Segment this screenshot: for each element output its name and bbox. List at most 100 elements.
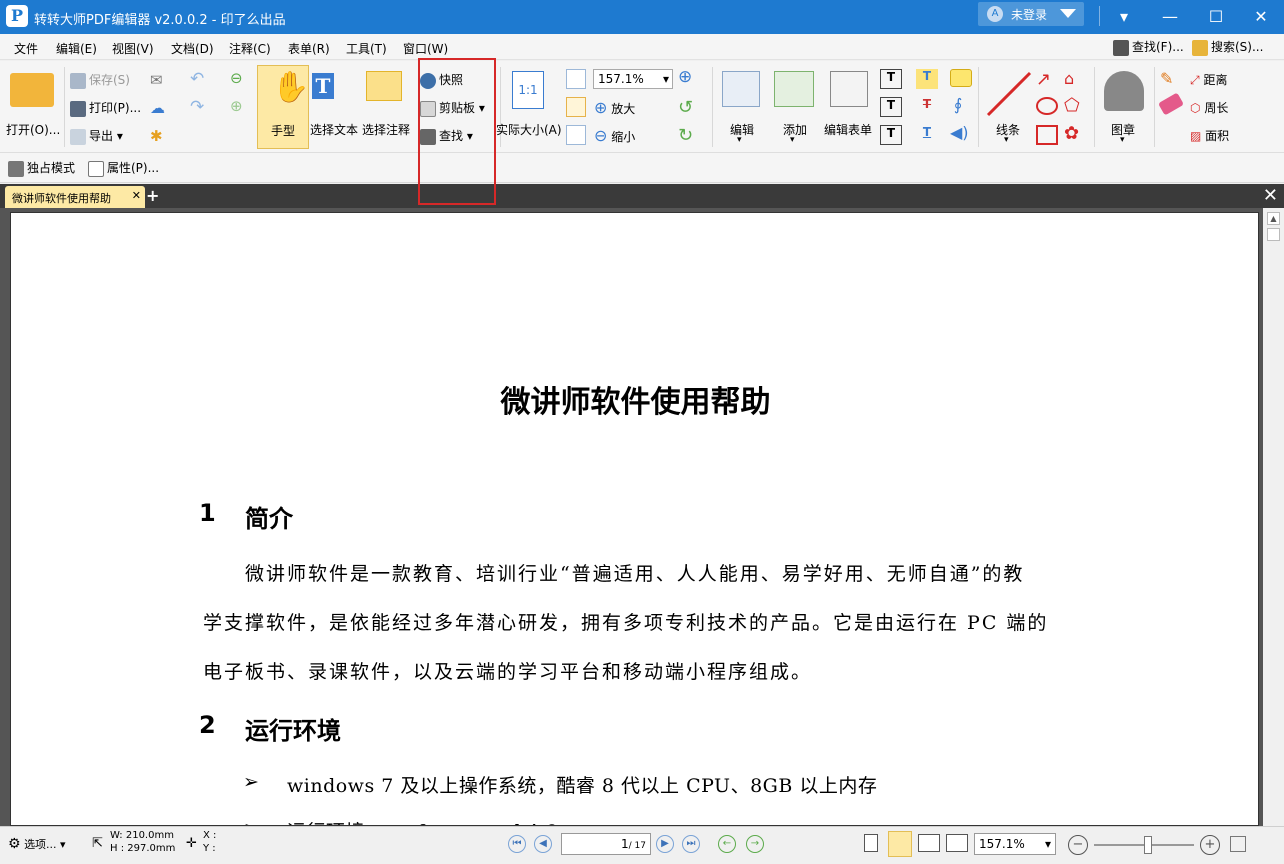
cloud-shape-button[interactable]: ✿ bbox=[1064, 123, 1079, 144]
tab-close-icon[interactable]: ✕ bbox=[132, 189, 141, 202]
zoom-out-button[interactable]: ⊖ 缩小 bbox=[594, 126, 635, 145]
perimeter-button[interactable]: ⬡ 周长 bbox=[1190, 99, 1228, 116]
line-button[interactable]: 线条 ▾ bbox=[982, 65, 1036, 149]
rectangle-button[interactable] bbox=[1036, 125, 1058, 145]
bullet-item: 运行环境 .net framework4.8 bbox=[287, 817, 558, 825]
close-all-tabs-button[interactable]: ✕ bbox=[1263, 185, 1278, 206]
select-annotation-button[interactable]: 选择注释 bbox=[362, 65, 414, 149]
add-button[interactable]: 添加 ▾ bbox=[770, 65, 820, 149]
pdf-page[interactable]: 微讲师软件使用帮助 1 简介 微讲师软件是一款教育、培训行业“普遍适用、人人能用… bbox=[10, 212, 1259, 826]
attach-button[interactable]: ∮ bbox=[954, 95, 962, 114]
fit-visible-button[interactable] bbox=[566, 125, 586, 145]
document-viewer[interactable]: 微讲师软件使用帮助 1 简介 微讲师软件是一款教育、培训行业“普遍适用、人人能用… bbox=[0, 208, 1284, 826]
zoom-in-button[interactable]: ⊕ 放大 bbox=[594, 98, 635, 117]
menu-comment[interactable]: 注释(C) bbox=[229, 40, 271, 57]
status-zoom-out-button[interactable]: − bbox=[1068, 835, 1088, 855]
redo-button[interactable]: ↷ bbox=[190, 97, 204, 117]
stamp-button[interactable]: 图章 ▾ bbox=[1098, 65, 1150, 149]
y-coordinate: Y : bbox=[203, 843, 216, 854]
close-window-button[interactable]: ✕ bbox=[1238, 0, 1284, 34]
highlight-frame bbox=[418, 58, 496, 205]
forward-button[interactable]: ⊕ bbox=[230, 97, 243, 115]
actual-size-button[interactable]: 1:1 实际大小(A) bbox=[496, 65, 562, 149]
text-field-button[interactable]: T bbox=[880, 69, 902, 89]
export-button[interactable]: 导出 ▾ bbox=[70, 127, 123, 145]
menu-tools[interactable]: 工具(T) bbox=[346, 40, 387, 57]
zoom-select[interactable]: 157.1% ▾ bbox=[974, 833, 1056, 855]
previous-page-button[interactable]: ◀ bbox=[534, 835, 552, 853]
rotate-left-button[interactable]: ↺ bbox=[678, 97, 693, 118]
ellipse-button[interactable] bbox=[1036, 97, 1058, 115]
go-forward-button[interactable]: → bbox=[746, 835, 764, 853]
properties-button[interactable]: 属性(P)... bbox=[88, 159, 159, 177]
underline-button[interactable]: T bbox=[916, 125, 938, 145]
edit-form-button[interactable]: 编辑表单 bbox=[824, 65, 876, 149]
last-page-button[interactable]: ⏭ bbox=[682, 835, 700, 853]
login-button[interactable]: A 未登录 bbox=[978, 2, 1084, 26]
distance-button[interactable]: ⤢ 距离 bbox=[1190, 71, 1227, 88]
fit-window-button[interactable] bbox=[1230, 836, 1246, 852]
search-label: 搜索(S)... bbox=[1211, 40, 1264, 54]
cloud-button[interactable]: ☁ bbox=[150, 99, 165, 117]
eraser-button[interactable] bbox=[1157, 92, 1185, 116]
menu-file[interactable]: 文件 bbox=[14, 40, 38, 57]
menu-toggle-button[interactable]: ▾ bbox=[1101, 0, 1147, 34]
edit-button[interactable]: 编辑 ▾ bbox=[718, 65, 766, 149]
menu-edit[interactable]: 编辑(E) bbox=[56, 40, 97, 57]
sound-button[interactable]: ◀) bbox=[950, 123, 969, 142]
add-tab-button[interactable]: + bbox=[146, 186, 159, 205]
fit-width-button[interactable] bbox=[566, 97, 586, 117]
select-text-button[interactable]: T 选择文本 bbox=[310, 65, 362, 149]
magnifier-button[interactable]: ⊕ bbox=[678, 67, 692, 87]
maximize-button[interactable]: ☐ bbox=[1193, 0, 1239, 34]
undo-button[interactable]: ↶ bbox=[190, 69, 204, 89]
go-back-button[interactable]: ← bbox=[718, 835, 736, 853]
highlight-button[interactable]: T bbox=[916, 69, 938, 89]
scroll-thumb[interactable] bbox=[1267, 228, 1280, 241]
callout-button[interactable]: T bbox=[880, 125, 902, 145]
continuous-facing-button[interactable] bbox=[946, 834, 968, 852]
exclusive-mode-label: 独占模式 bbox=[27, 161, 76, 175]
menu-window[interactable]: 窗口(W) bbox=[403, 40, 448, 57]
menu-form[interactable]: 表单(R) bbox=[288, 40, 330, 57]
pencil-button[interactable]: ✎ bbox=[1160, 69, 1173, 88]
next-page-button[interactable]: ▶ bbox=[656, 835, 674, 853]
save-icon bbox=[70, 72, 86, 89]
back-button[interactable]: ⊖ bbox=[230, 69, 243, 87]
note-button[interactable] bbox=[950, 69, 972, 87]
text-box-button[interactable]: T bbox=[880, 97, 902, 117]
hand-tool-button[interactable]: ✋ 手型 bbox=[257, 65, 309, 149]
polyline-button[interactable]: ⌂ bbox=[1064, 69, 1074, 88]
zoom-slider-thumb[interactable] bbox=[1144, 836, 1152, 854]
zoom-combo[interactable]: 157.1% ▾ bbox=[593, 69, 673, 89]
options-button[interactable]: ⚙ 选项... ▾ bbox=[8, 836, 66, 852]
menu-document[interactable]: 文档(D) bbox=[171, 40, 214, 57]
find-button[interactable]: 查找(F)... bbox=[1113, 38, 1184, 56]
email-button[interactable]: ✉ bbox=[150, 71, 163, 89]
facing-page-button[interactable] bbox=[918, 834, 940, 852]
open-button[interactable]: 打开(O)... bbox=[4, 65, 60, 145]
first-page-button[interactable]: ⏮ bbox=[508, 835, 526, 853]
area-button[interactable]: ▨ 面积 bbox=[1190, 127, 1229, 144]
previous-page-icon: ◀ bbox=[539, 838, 547, 849]
continuous-page-button[interactable] bbox=[888, 831, 912, 857]
fit-page-button[interactable] bbox=[566, 69, 586, 89]
strikeout-button[interactable]: T bbox=[916, 97, 938, 117]
exclusive-mode-button[interactable]: 独占模式 bbox=[8, 159, 75, 177]
page-number-input[interactable]: 1/ 17 bbox=[561, 833, 651, 855]
tab-document[interactable]: 微讲师软件使用帮助 ✕ bbox=[5, 186, 145, 208]
new-doc-button[interactable]: ✱ bbox=[150, 127, 163, 145]
toolbar-divider bbox=[978, 67, 979, 147]
minimize-button[interactable]: — bbox=[1147, 0, 1193, 34]
save-button[interactable]: 保存(S) bbox=[70, 71, 130, 89]
menu-view[interactable]: 视图(V) bbox=[112, 40, 154, 57]
rotate-right-button[interactable]: ↻ bbox=[678, 125, 693, 146]
single-page-button[interactable] bbox=[864, 834, 878, 852]
search-button[interactable]: 搜索(S)... bbox=[1192, 38, 1263, 56]
status-zoom-in-button[interactable]: + bbox=[1200, 835, 1220, 855]
polygon-button[interactable]: ⬠ bbox=[1064, 95, 1080, 116]
print-button[interactable]: 打印(P)... bbox=[70, 99, 141, 117]
scroll-up-icon[interactable]: ▲ bbox=[1267, 212, 1280, 225]
vertical-scrollbar[interactable]: ▲ bbox=[1263, 208, 1284, 826]
arrow-button[interactable]: ↗ bbox=[1036, 69, 1051, 90]
